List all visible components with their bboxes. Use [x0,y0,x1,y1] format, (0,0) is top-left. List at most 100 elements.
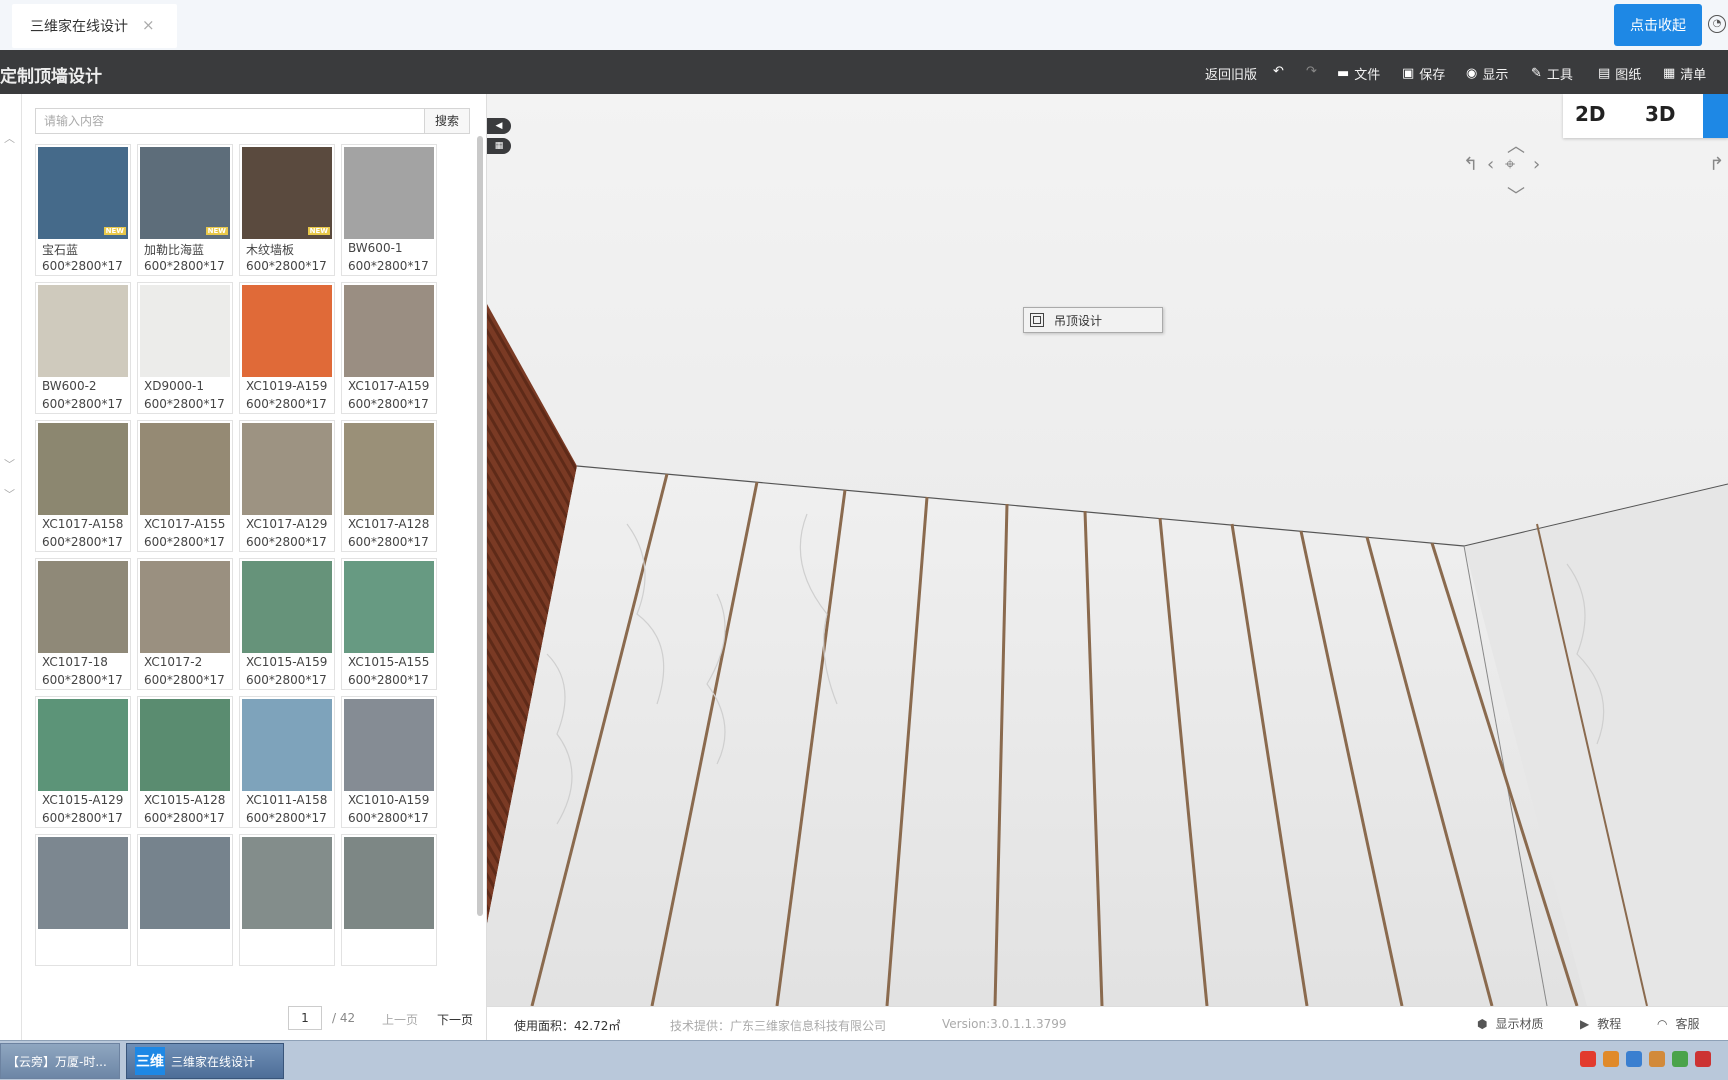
new-badge: NEW [307,227,330,235]
support-button[interactable]: ◠ 客服 [1657,1015,1700,1032]
collapse-panel-button[interactable]: ◀ [487,118,511,134]
ceiling-design-menu-item[interactable]: 吊顶设计 [1054,312,1102,329]
material-card[interactable]: XC1015-A155 600*2800*17 [341,558,437,690]
material-swatch [38,423,128,515]
material-card[interactable]: XC1010-A159 600*2800*17 [341,696,437,828]
cube-icon: ⬢ [1477,1016,1488,1031]
panel-scrollbar[interactable] [477,136,483,916]
show-material-button[interactable]: ⬢ 显示材质 [1477,1015,1544,1032]
chevron-down-icon[interactable]: ﹀ [4,456,15,472]
material-name: XC1015-A129 [42,793,124,807]
browser-tab[interactable]: 三维家在线设计 × [12,4,177,48]
material-card[interactable]: XC1017-A158 600*2800*17 [35,420,131,552]
3d-viewport[interactable]: ◀ ▦ 2D 3D ︿ ﹀ ‹ › ⌖ ↰ ↱ 吊顶设计 [487,94,1728,1006]
material-card[interactable]: XC1015-A129 600*2800*17 [35,696,131,828]
ime-icon[interactable] [1580,1051,1596,1067]
material-swatch [38,285,128,377]
network-icon[interactable] [1672,1051,1688,1067]
list-icon: ▦ [1663,66,1676,81]
material-swatch [140,423,230,515]
material-card[interactable] [341,834,437,966]
chevron-down-icon-2[interactable]: ﹀ [4,486,15,502]
material-card[interactable]: NEW 宝石蓝 600*2800*17 [35,144,131,276]
file-menu[interactable]: ▬ 文件 [1337,64,1380,83]
nav-left-icon[interactable]: ‹ [1487,154,1494,175]
save-label: 保存 [1419,68,1446,83]
material-card[interactable]: XC1015-A128 600*2800*17 [137,696,233,828]
material-card[interactable]: NEW 加勒比海蓝 600*2800*17 [137,144,233,276]
material-swatch [38,561,128,653]
nav-center-icon[interactable]: ⌖ [1505,154,1515,175]
material-card[interactable]: XD9000-1 600*2800*17 [137,282,233,414]
taskbar-item-1[interactable]: 【云旁】万厦-时... [0,1043,120,1079]
chevron-up-icon[interactable]: ︿ [4,130,15,146]
prev-page-button[interactable]: 上一页 [382,1011,418,1028]
material-card[interactable]: XC1019-A159 600*2800*17 [239,282,335,414]
material-card[interactable]: XC1015-A159 600*2800*17 [239,558,335,690]
material-card[interactable]: NEW 木纹墙板 600*2800*17 [239,144,335,276]
tab-close-icon[interactable]: × [142,16,155,34]
rotate-right-icon[interactable]: ↱ [1709,154,1724,175]
collapse-button[interactable]: 点击收起 [1614,4,1702,46]
material-name: BW600-1 [348,241,403,255]
volume-icon[interactable] [1695,1051,1711,1067]
drawings-menu[interactable]: ▤ 图纸 [1598,64,1641,83]
next-page-button[interactable]: 下一页 [437,1011,473,1028]
context-menu: 吊顶设计 [1023,307,1163,333]
system-tray [1580,1051,1711,1067]
mode-2d-button[interactable]: 2D [1575,102,1606,126]
play-icon: ▶ [1580,1016,1590,1031]
taskbar-item-2[interactable]: 三维 三维家在线设计 [126,1043,284,1079]
tray-chat-icon[interactable] [1626,1051,1642,1067]
material-card[interactable]: XC1011-A158 600*2800*17 [239,696,335,828]
tutorial-button[interactable]: ▶ 教程 [1580,1015,1621,1032]
material-card[interactable]: XC1017-A155 600*2800*17 [137,420,233,552]
material-card[interactable]: BW600-1 600*2800*17 [341,144,437,276]
material-card[interactable]: XC1017-2 600*2800*17 [137,558,233,690]
material-card[interactable]: BW600-2 600*2800*17 [35,282,131,414]
material-swatch [344,699,434,791]
material-swatch [140,561,230,653]
material-card[interactable] [35,834,131,966]
rotate-left-icon[interactable]: ↰ [1463,154,1478,175]
display-label: 显示 [1482,68,1509,83]
nav-down-icon[interactable]: ﹀ [1507,182,1525,208]
page-total: / 42 [332,1011,356,1025]
tray-app-icon[interactable] [1603,1051,1619,1067]
save-button[interactable]: ▣ 保存 [1402,64,1445,83]
material-card[interactable]: XC1017-A129 600*2800*17 [239,420,335,552]
material-swatch: NEW [38,147,128,239]
browser-tab-title: 三维家在线设计 [30,19,128,35]
material-name: XC1017-18 [42,655,108,669]
nav-right-icon[interactable]: › [1533,154,1540,175]
tools-menu[interactable]: ✎ 工具 [1531,64,1573,83]
collapse-circle-icon[interactable]: ◔ [1708,15,1726,33]
material-name: XC1017-A159 [348,379,430,393]
material-card[interactable]: XC1017-A128 600*2800*17 [341,420,437,552]
material-swatch [344,561,434,653]
page-number-input[interactable]: 1 [288,1006,322,1030]
redo-button[interactable]: ↷ [1306,64,1317,79]
search-button[interactable]: 搜索 [424,108,470,134]
material-card[interactable] [239,834,335,966]
material-card[interactable]: XC1017-A159 600*2800*17 [341,282,437,414]
material-card[interactable]: XC1017-18 600*2800*17 [35,558,131,690]
material-name: XC1017-2 [144,655,203,669]
material-size: 600*2800*17 [144,535,225,549]
material-swatch [344,837,434,929]
list-menu[interactable]: ▦ 清单 [1663,64,1706,83]
material-name: 加勒比海蓝 [144,243,205,257]
support-label: 客服 [1675,1017,1700,1031]
tray-user-icon[interactable] [1649,1051,1665,1067]
grid-view-button[interactable]: ▦ [487,138,511,154]
material-card[interactable] [137,834,233,966]
material-size: 600*2800*17 [246,535,327,549]
back-old-label: 返回旧版 [1205,68,1258,83]
display-menu[interactable]: ◉ 显示 [1466,64,1508,83]
back-to-old-version-button[interactable]: 返回旧版 [1205,64,1257,83]
mode-active-indicator[interactable] [1703,94,1728,138]
tutorial-label: 教程 [1597,1017,1622,1031]
mode-3d-button[interactable]: 3D [1645,102,1676,126]
search-input[interactable] [35,108,425,134]
undo-button[interactable]: ↶ [1273,64,1284,79]
